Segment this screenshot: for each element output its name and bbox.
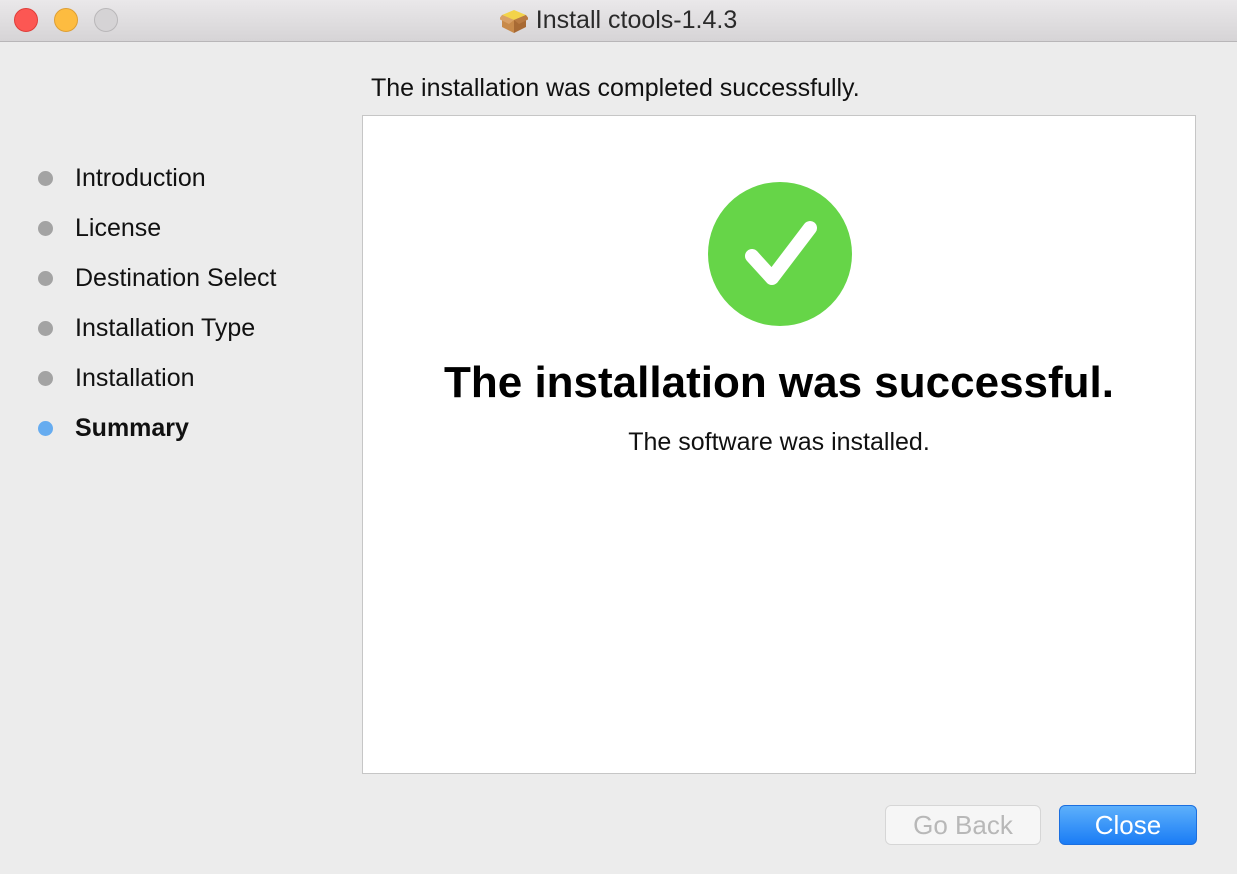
- checkmark-circle-icon: [708, 182, 852, 326]
- step-installation-type: Installation Type: [38, 312, 255, 344]
- content-panel: The installation was successful. The sof…: [362, 115, 1196, 774]
- step-label: Summary: [75, 413, 189, 442]
- step-indicator-icon: [38, 370, 53, 386]
- step-indicator-icon: [38, 420, 53, 436]
- close-button[interactable]: Close: [1059, 805, 1197, 845]
- success-title: The installation was successful.: [444, 358, 1114, 407]
- step-indicator-icon: [38, 170, 53, 186]
- step-label: Introduction: [75, 163, 206, 192]
- step-label: Installation: [75, 363, 195, 392]
- step-introduction: Introduction: [38, 162, 206, 194]
- go-back-button[interactable]: Go Back: [885, 805, 1041, 845]
- step-destination-select: Destination Select: [38, 262, 277, 294]
- step-summary: Summary: [38, 412, 189, 444]
- window-title: Install ctools-1.4.3: [0, 6, 1237, 41]
- step-indicator-icon: [38, 320, 53, 336]
- step-license: License: [38, 212, 161, 244]
- page-header: The installation was completed successfu…: [371, 74, 860, 102]
- package-icon: [498, 8, 529, 34]
- success-subtitle: The software was installed.: [628, 428, 930, 456]
- step-installation: Installation: [38, 362, 195, 394]
- step-label: Destination Select: [75, 263, 277, 292]
- title-bar: Install ctools-1.4.3: [0, 0, 1237, 42]
- window-title-text: Install ctools-1.4.3: [535, 6, 738, 34]
- step-indicator-icon: [38, 220, 53, 236]
- step-indicator-icon: [38, 270, 53, 286]
- step-label: License: [75, 213, 162, 242]
- step-label: Installation Type: [75, 313, 256, 342]
